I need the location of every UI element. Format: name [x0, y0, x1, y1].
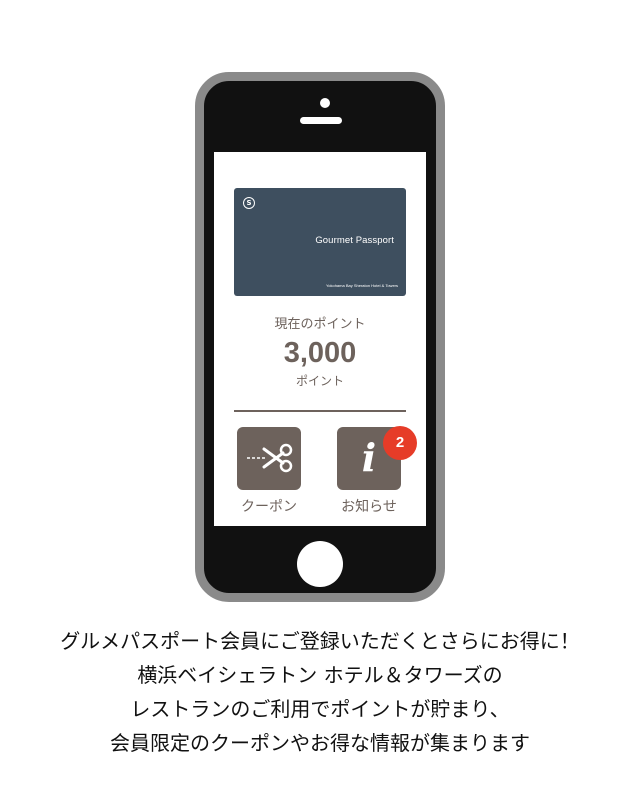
notification-badge: 2: [383, 426, 417, 460]
info-label: お知らせ: [341, 499, 397, 515]
coupon-button[interactable]: [237, 427, 301, 490]
caption-line: 会員限定のクーポンやお得な情報が集まります: [110, 731, 530, 755]
camera-icon: [320, 98, 330, 108]
phone-mockup: S Gourmet Passport Yokohama Bay Sheraton…: [195, 72, 445, 602]
points-value: 3,000: [283, 337, 357, 369]
coupon-label: クーポン: [241, 499, 297, 515]
home-button[interactable]: [297, 541, 343, 587]
scissors-icon: [247, 443, 293, 473]
membership-card[interactable]: S Gourmet Passport Yokohama Bay Sheraton…: [234, 188, 406, 296]
caption-line: グルメパスポート会員にご登録いただくとさらにお得に！: [60, 629, 580, 653]
points-unit: ポイント: [295, 374, 344, 388]
card-subtitle: Yokohama Bay Sheraton Hotel & Towers: [325, 283, 398, 288]
caption-line: レストランのご利用でポイントが貯まり、: [130, 697, 510, 721]
speaker-slot: [300, 117, 342, 124]
card-logo: S: [243, 197, 255, 209]
points-label: 現在のポイント: [274, 317, 366, 332]
phone-screen: S Gourmet Passport Yokohama Bay Sheraton…: [214, 152, 426, 526]
divider: [234, 410, 406, 412]
caption: グルメパスポート会員にご登録いただくとさらにお得に！ 横浜ベイシェラトン ホテル…: [0, 624, 640, 760]
caption-line: 横浜ベイシェラトン ホテル＆タワーズの: [137, 663, 503, 687]
card-title: Gourmet Passport: [315, 235, 394, 246]
